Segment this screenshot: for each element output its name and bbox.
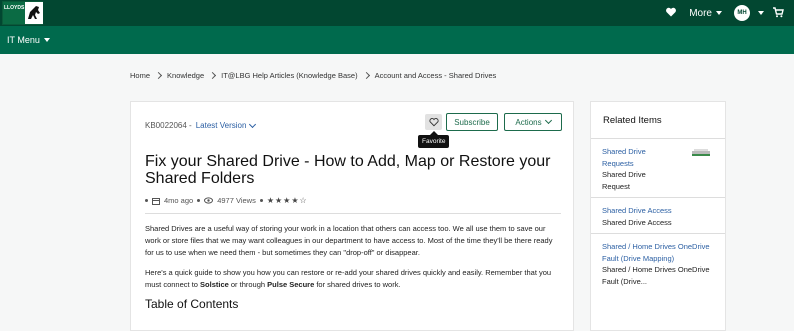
favorite-button[interactable] [425, 114, 442, 130]
calendar-icon [152, 197, 160, 205]
chevron-right-icon [362, 71, 370, 80]
chevron-down-icon[interactable] [758, 11, 764, 15]
rating-stars[interactable]: ★★★★☆ [267, 196, 308, 205]
eye-icon [204, 197, 214, 204]
solstice-text: Solstice [200, 279, 229, 289]
breadcrumb-home[interactable]: Home [130, 71, 150, 80]
breadcrumb-help-articles[interactable]: IT@LBG Help Articles (Knowledge Base) [221, 71, 357, 80]
cart-icon[interactable] [772, 6, 784, 21]
related-item-description: Shared / Home Drives OneDrive Fault (Dri… [602, 265, 710, 286]
version-label: Latest Version [195, 121, 247, 130]
related-item-description: Shared Drive Request [602, 170, 646, 191]
it-menu-bar: IT Menu [0, 26, 794, 54]
favorites-heart-icon[interactable] [665, 6, 677, 21]
related-item-description: Shared Drive Access [602, 217, 672, 227]
text-span: or through [228, 279, 268, 289]
more-menu[interactable]: More [689, 8, 722, 19]
table-of-contents-heading: Table of Contents [145, 297, 239, 311]
favorite-tooltip: Favorite [418, 131, 450, 148]
kb-number: KB0022064 - [145, 121, 192, 130]
related-item-link[interactable]: Shared Drive Requests [602, 146, 666, 169]
related-items-panel: Related Items Shared Drive Requests Shar… [590, 101, 726, 331]
bullet-dot [259, 199, 263, 202]
top-header: LLOYDS More MH [0, 0, 794, 26]
breadcrumb-knowledge[interactable]: Knowledge [167, 71, 204, 80]
drive-thumbnail-icon [692, 149, 710, 156]
related-item-link[interactable]: Shared Drive Access [602, 205, 714, 217]
actions-button[interactable]: Actions [504, 113, 562, 131]
avatar[interactable]: MH [734, 5, 750, 21]
actions-label: Actions [515, 117, 542, 127]
subscribe-button[interactable]: Subscribe [446, 113, 498, 131]
header-actions: More MH [665, 0, 784, 26]
divider [145, 213, 561, 214]
chevron-right-icon [154, 71, 163, 80]
breadcrumb: Home Knowledge IT@LBG Help Articles (Kno… [130, 71, 496, 80]
breadcrumb-shared-drives[interactable]: Account and Access - Shared Drives [375, 71, 497, 80]
lloyds-logo[interactable]: LLOYDS [2, 1, 43, 25]
article-body: Shared Drives are a useful way of storin… [145, 223, 563, 298]
more-label: More [689, 7, 712, 19]
article-title: Fix your Shared Drive - How to Add, Map … [145, 153, 551, 187]
chevron-down-icon[interactable] [43, 38, 50, 42]
related-item-link[interactable]: Shared / Home Drives OneDrive Fault (Dri… [602, 241, 714, 264]
related-item: Shared Drive Requests Shared Drive Reque… [591, 139, 725, 198]
bullet-dot [145, 199, 148, 202]
article-views: 4977 Views [217, 196, 256, 205]
kb-version-row: KB0022064 - Latest Version [145, 120, 257, 130]
article-meta: 4mo ago 4977 Views ★★★★☆ [145, 196, 308, 205]
text-span: for shared drives to work. [314, 279, 401, 289]
chevron-down-icon [249, 120, 257, 128]
chevron-right-icon [209, 71, 217, 80]
chevron-down-icon [544, 116, 552, 125]
it-menu-label[interactable]: IT Menu [7, 35, 40, 45]
article-card: KB0022064 - Latest Version Favorite Subs… [130, 101, 574, 331]
related-items-heading: Related Items [591, 102, 725, 139]
article-age: 4mo ago [164, 196, 194, 205]
pulse-secure-text: Pulse Secure [267, 279, 315, 289]
chevron-down-icon [716, 11, 722, 15]
logo-text: LLOYDS [3, 2, 25, 24]
horse-logo-icon [25, 2, 43, 24]
related-item: Shared / Home Drives OneDrive Fault (Dri… [591, 234, 725, 292]
version-dropdown[interactable]: Latest Version [195, 120, 257, 130]
paragraph-intro: Shared Drives are a useful way of storin… [145, 224, 553, 258]
paragraph-guide: Here's a quick guide to show you how you… [145, 267, 563, 291]
bullet-dot [197, 199, 201, 202]
heart-outline-icon [428, 118, 439, 127]
related-item: Shared Drive Access Shared Drive Access [591, 198, 725, 234]
